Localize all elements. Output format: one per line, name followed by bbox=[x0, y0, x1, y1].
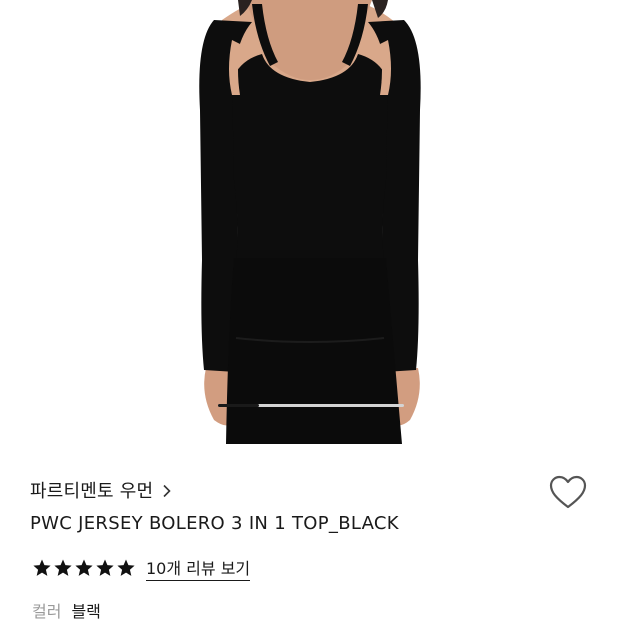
product-image-gallery[interactable] bbox=[0, 0, 620, 448]
star-filled-icon bbox=[32, 558, 52, 578]
gallery-scroll-thumb bbox=[218, 404, 259, 407]
brand-link[interactable]: 파르티멘토 우먼 bbox=[30, 476, 173, 504]
heart-outline-icon bbox=[549, 475, 587, 509]
star-filled-icon bbox=[74, 558, 94, 578]
product-photo bbox=[199, 0, 421, 444]
option-label: 컬러 bbox=[32, 602, 62, 621]
star-filled-icon bbox=[53, 558, 73, 578]
chevron-right-icon bbox=[161, 483, 173, 498]
gallery-scroll-indicator bbox=[218, 404, 404, 407]
product-title: PWC JERSEY BOLERO 3 IN 1 TOP_BLACK bbox=[30, 513, 399, 534]
star-filled-icon bbox=[116, 558, 136, 578]
star-filled-icon bbox=[95, 558, 115, 578]
wishlist-button[interactable] bbox=[548, 474, 588, 512]
color-option: 컬러 블랙 bbox=[32, 598, 101, 622]
brand-name: 파르티멘토 우먼 bbox=[30, 481, 154, 502]
review-link[interactable]: 10개 리뷰 보기 bbox=[146, 555, 251, 581]
option-value: 블랙 bbox=[71, 602, 101, 621]
rating-row: 10개 리뷰 보기 bbox=[32, 555, 251, 581]
star-rating bbox=[32, 558, 136, 578]
